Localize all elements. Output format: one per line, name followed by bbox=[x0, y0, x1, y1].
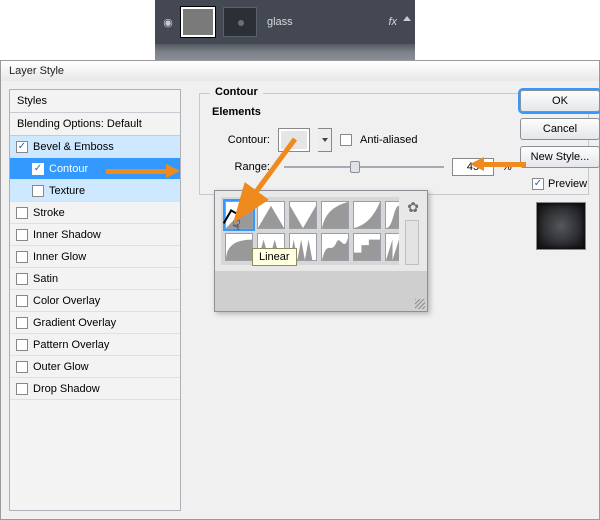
tooltip-linear: Linear bbox=[252, 248, 297, 266]
panel-shadow bbox=[155, 44, 415, 60]
style-drop-shadow[interactable]: Drop Shadow bbox=[10, 378, 180, 400]
style-bevel-emboss[interactable]: Bevel & Emboss bbox=[10, 136, 180, 158]
style-label: Outer Glow bbox=[33, 361, 89, 373]
checkbox-icon[interactable] bbox=[32, 185, 44, 197]
preview-toggle[interactable]: Preview bbox=[532, 178, 600, 190]
contour-swatch-rolling-slope[interactable] bbox=[321, 233, 349, 261]
style-gradient-overlay[interactable]: Gradient Overlay bbox=[10, 312, 180, 334]
layer-thumbnail[interactable] bbox=[181, 7, 215, 37]
anti-alias-label: Anti-aliased bbox=[360, 134, 417, 146]
style-label: Texture bbox=[49, 185, 85, 197]
style-label: Drop Shadow bbox=[33, 383, 100, 395]
dialog-button-column: OK Cancel New Style... Preview bbox=[520, 90, 600, 250]
style-label: Inner Glow bbox=[33, 251, 86, 263]
style-label: Inner Shadow bbox=[33, 229, 101, 241]
chevron-down-icon bbox=[322, 138, 328, 142]
fx-label: fx bbox=[388, 16, 415, 28]
contour-swatch-sawtooth[interactable] bbox=[385, 233, 399, 261]
checkbox-icon[interactable] bbox=[16, 295, 28, 307]
gear-icon[interactable]: ✿ bbox=[405, 197, 421, 216]
styles-header[interactable]: Styles bbox=[10, 90, 180, 113]
style-label: Stroke bbox=[33, 207, 65, 219]
contour-picker-popup: ✿ bbox=[214, 190, 428, 312]
styles-list: Styles Blending Options: Default Bevel &… bbox=[9, 89, 181, 511]
visibility-icon[interactable]: ◉ bbox=[155, 16, 181, 29]
picker-side: ✿ bbox=[405, 197, 421, 265]
checkbox-icon[interactable] bbox=[16, 339, 28, 351]
style-outer-glow[interactable]: Outer Glow bbox=[10, 356, 180, 378]
ok-button[interactable]: OK bbox=[520, 90, 600, 112]
style-stroke[interactable]: Stroke bbox=[10, 202, 180, 224]
checkbox-icon[interactable] bbox=[32, 163, 44, 175]
checkbox-icon[interactable] bbox=[16, 251, 28, 263]
style-label: Pattern Overlay bbox=[33, 339, 109, 351]
slider-handle[interactable] bbox=[350, 161, 360, 173]
contour-thumbnail[interactable] bbox=[278, 128, 310, 152]
style-texture[interactable]: Texture bbox=[10, 180, 180, 202]
contour-swatch-cove-shallow[interactable] bbox=[353, 201, 381, 229]
style-inner-shadow[interactable]: Inner Shadow bbox=[10, 224, 180, 246]
style-label: Contour bbox=[49, 163, 88, 175]
style-label: Color Overlay bbox=[33, 295, 100, 307]
layer-mask-thumbnail[interactable] bbox=[223, 7, 257, 37]
checkbox-icon[interactable] bbox=[16, 317, 28, 329]
style-inner-glow[interactable]: Inner Glow bbox=[10, 246, 180, 268]
picker-footer bbox=[215, 271, 427, 311]
style-label: Satin bbox=[33, 273, 58, 285]
contour-swatch-gaussian[interactable] bbox=[385, 201, 399, 229]
style-label: Bevel & Emboss bbox=[33, 141, 114, 153]
contour-dropdown-button[interactable] bbox=[318, 128, 332, 152]
cursor-icon: ☟ bbox=[232, 217, 241, 234]
layers-panel-row: ◉ glass fx bbox=[155, 0, 415, 44]
cancel-button[interactable]: Cancel bbox=[520, 118, 600, 140]
contour-swatch-cove-deep[interactable] bbox=[321, 201, 349, 229]
new-style-button[interactable]: New Style... bbox=[520, 146, 600, 168]
checkbox-icon[interactable] bbox=[16, 141, 28, 153]
checkbox-icon[interactable] bbox=[16, 361, 28, 373]
contour-swatch-cone[interactable] bbox=[257, 201, 285, 229]
resize-grip-icon[interactable] bbox=[415, 299, 425, 309]
checkbox-icon[interactable] bbox=[16, 273, 28, 285]
style-pattern-overlay[interactable]: Pattern Overlay bbox=[10, 334, 180, 356]
style-contour[interactable]: Contour bbox=[10, 158, 180, 180]
checkbox-icon[interactable] bbox=[16, 207, 28, 219]
preview-label: Preview bbox=[548, 178, 587, 190]
range-slider[interactable] bbox=[284, 166, 444, 168]
contour-swatch-grid bbox=[221, 197, 399, 265]
scrollbar[interactable] bbox=[405, 220, 419, 265]
checkbox-icon[interactable] bbox=[16, 229, 28, 241]
group-legend: Contour bbox=[210, 86, 263, 98]
style-color-overlay[interactable]: Color Overlay bbox=[10, 290, 180, 312]
preview-swatch bbox=[536, 202, 586, 250]
checkbox-icon[interactable] bbox=[16, 383, 28, 395]
blending-options-row[interactable]: Blending Options: Default bbox=[10, 113, 180, 136]
contour-swatch-half-round[interactable] bbox=[225, 233, 253, 261]
dialog-titlebar: Layer Style bbox=[1, 61, 599, 81]
contour-swatch-cone-inverted[interactable] bbox=[289, 201, 317, 229]
range-value-input[interactable]: 45 bbox=[452, 158, 494, 176]
style-label: Gradient Overlay bbox=[33, 317, 116, 329]
contour-swatch-rounded-steps[interactable] bbox=[353, 233, 381, 261]
percent-label: % bbox=[502, 161, 512, 173]
range-label: Range: bbox=[210, 161, 270, 173]
checkbox-icon[interactable] bbox=[532, 178, 544, 190]
layer-name[interactable]: glass bbox=[267, 16, 293, 28]
contour-label: Contour: bbox=[210, 134, 270, 146]
anti-alias-checkbox[interactable] bbox=[340, 134, 352, 146]
style-satin[interactable]: Satin bbox=[10, 268, 180, 290]
fx-expand-icon[interactable] bbox=[403, 16, 411, 21]
